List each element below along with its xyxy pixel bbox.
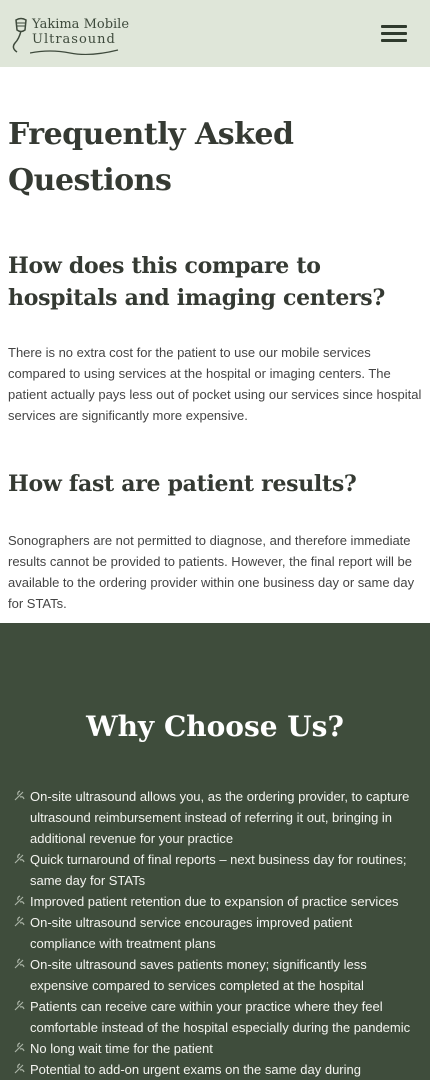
faq-title: Frequently Asked Questions bbox=[8, 117, 294, 198]
site-header: Yakima Mobile Ultrasound bbox=[0, 0, 430, 67]
leaf-bullet-icon bbox=[14, 1063, 25, 1074]
logo-swoosh bbox=[30, 49, 119, 56]
list-item-text: Improved patient retention due to expans… bbox=[30, 894, 399, 909]
leaf-bullet-icon bbox=[14, 1000, 25, 1011]
list-item: On-site ultrasound saves patients money;… bbox=[14, 954, 420, 996]
list-item-text: On-site ultrasound service encourages im… bbox=[30, 915, 353, 951]
leaf-bullet-icon bbox=[14, 1042, 25, 1053]
leaf-bullet-icon bbox=[14, 895, 25, 906]
faq-question: How fast are patient results? bbox=[8, 471, 357, 497]
why-list: On-site ultrasound allows you, as the or… bbox=[14, 786, 420, 1080]
faq-question: How does this compare to hospitals and i… bbox=[8, 253, 385, 311]
list-item-text: Quick turnaround of final reports – next… bbox=[30, 852, 407, 888]
faq-section: Frequently Asked Questions How does this… bbox=[8, 112, 422, 614]
list-item: Patients can receive care within your pr… bbox=[14, 996, 420, 1038]
why-title: Why Choose Us? bbox=[86, 710, 344, 743]
hamburger-menu-icon[interactable] bbox=[378, 21, 410, 45]
list-item-text: Potential to add-on urgent exams on the … bbox=[30, 1062, 361, 1077]
leaf-bullet-icon bbox=[14, 853, 25, 864]
site-logo[interactable]: Yakima Mobile Ultrasound bbox=[8, 14, 129, 58]
leaf-bullet-icon bbox=[14, 916, 25, 927]
list-item: No long wait time for the patient bbox=[14, 1038, 420, 1059]
faq-answer: There is no extra cost for the patient t… bbox=[8, 345, 422, 423]
list-item: On-site ultrasound service encourages im… bbox=[14, 912, 420, 954]
list-item-text: No long wait time for the patient bbox=[30, 1041, 213, 1056]
why-choose-us-section: Why Choose Us? On-site ultrasound allows… bbox=[0, 623, 430, 1080]
list-item: On-site ultrasound allows you, as the or… bbox=[14, 786, 420, 849]
list-item: Quick turnaround of final reports – next… bbox=[14, 849, 420, 891]
list-item: Improved patient retention due to expans… bbox=[14, 891, 420, 912]
faq-answer: Sonographers are not permitted to diagno… bbox=[8, 533, 415, 611]
list-item-text: On-site ultrasound allows you, as the or… bbox=[30, 789, 410, 846]
list-item: Potential to add-on urgent exams on the … bbox=[14, 1059, 420, 1080]
leaf-bullet-icon bbox=[14, 958, 25, 969]
list-item-text: On-site ultrasound saves patients money;… bbox=[30, 957, 367, 993]
logo-text-line1: Yakima Mobile bbox=[32, 17, 130, 32]
list-item-text: Patients can receive care within your pr… bbox=[30, 999, 411, 1035]
leaf-bullet-icon bbox=[14, 790, 25, 801]
logo-text-line2: Ultrasound bbox=[32, 32, 116, 47]
